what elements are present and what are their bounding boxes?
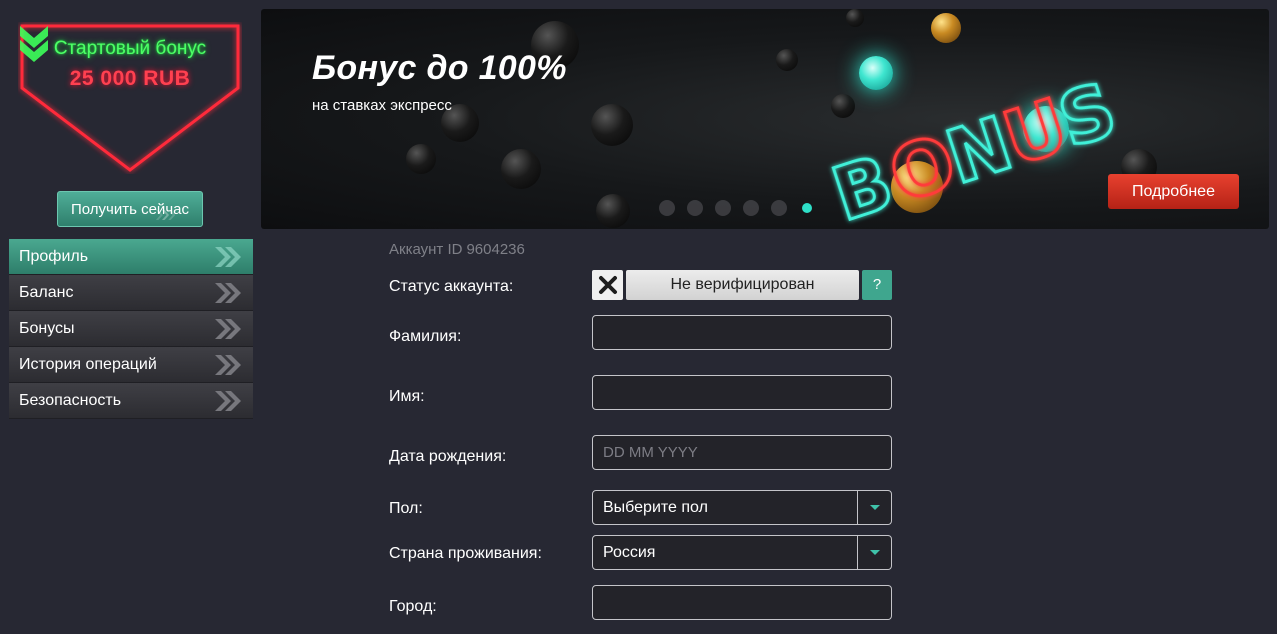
decorative-ball — [591, 104, 633, 146]
promo-banner[interactable]: B O N U S Бонус до 100% на ставках экспр… — [261, 9, 1269, 229]
double-chevron-right-icon — [215, 247, 241, 267]
more-details-button[interactable]: Подробнее — [1108, 174, 1239, 209]
account-menu: Профиль Баланс Бонусы История операций Б… — [9, 239, 253, 419]
dropdown-arrow-icon[interactable] — [857, 536, 891, 569]
verification-status-badge: Не верифицирован — [626, 270, 859, 300]
menu-item-history[interactable]: История операций — [9, 347, 253, 383]
double-chevron-right-icon — [215, 355, 241, 375]
starter-bonus-promo[interactable]: Стартовый бонус 25 000 RUB — [18, 22, 242, 174]
surname-label: Фамилия: — [389, 328, 462, 345]
menu-item-profile[interactable]: Профиль — [9, 239, 253, 275]
gender-select-value: Выберите пол — [603, 499, 708, 516]
double-chevron-right-icon — [215, 319, 241, 339]
slider-dots — [659, 200, 815, 216]
decorative-ball — [776, 49, 798, 71]
verification-help-button[interactable]: ? — [862, 270, 892, 300]
menu-item-label: Баланс — [19, 284, 74, 301]
city-field[interactable] — [592, 585, 892, 620]
menu-item-label: История операций — [19, 356, 157, 373]
double-chevron-down-icon — [20, 26, 48, 62]
menu-item-bonuses[interactable]: Бонусы — [9, 311, 253, 347]
country-label: Страна проживания: — [389, 545, 542, 562]
menu-item-label: Безопасность — [19, 392, 122, 409]
first-name-field[interactable] — [592, 375, 892, 410]
decorative-ball — [846, 9, 864, 27]
first-name-label: Имя: — [389, 388, 425, 405]
menu-item-label: Профиль — [19, 248, 89, 265]
menu-item-security[interactable]: Безопасность — [9, 383, 253, 419]
slider-dot[interactable] — [771, 200, 787, 216]
status-label: Статус аккаунта: — [389, 278, 514, 295]
menu-item-balance[interactable]: Баланс — [9, 275, 253, 311]
slider-dot-active[interactable] — [802, 203, 812, 213]
decorative-ball — [596, 194, 630, 228]
gender-label: Пол: — [389, 500, 423, 517]
promo-amount: 25 000 RUB — [69, 67, 191, 90]
bonus-neon-logo: B O N U S — [821, 65, 1128, 229]
city-label: Город: — [389, 598, 437, 615]
account-id-label: Аккаунт ID — [389, 241, 463, 258]
get-bonus-now-label: Получить сейчас — [71, 200, 189, 218]
country-select-value: Россия — [603, 544, 656, 561]
slider-dot[interactable] — [743, 200, 759, 216]
get-bonus-now-button[interactable]: »» Получить сейчас — [57, 191, 203, 227]
birthdate-field[interactable] — [592, 435, 892, 470]
decorative-ball — [501, 149, 541, 189]
banner-title: Бонус до 100% — [312, 49, 567, 87]
banner-subtitle: на ставках экспресс — [312, 97, 452, 114]
double-chevron-right-icon — [215, 391, 241, 411]
not-verified-x-icon — [592, 270, 623, 300]
double-chevron-right-icon — [215, 283, 241, 303]
promo-title: Стартовый бонус — [53, 38, 207, 59]
slider-dot[interactable] — [715, 200, 731, 216]
gender-select[interactable]: Выберите пол — [592, 490, 892, 525]
account-id-value: 9604236 — [466, 241, 525, 258]
surname-field[interactable] — [592, 315, 892, 350]
slider-dot[interactable] — [687, 200, 703, 216]
country-select[interactable]: Россия — [592, 535, 892, 570]
slider-dot[interactable] — [659, 200, 675, 216]
dropdown-arrow-icon[interactable] — [857, 491, 891, 524]
decorative-ball — [406, 144, 436, 174]
menu-item-label: Бонусы — [19, 320, 75, 337]
account-id: Аккаунт ID 9604236 — [389, 241, 525, 258]
birthdate-label: Дата рождения: — [389, 448, 507, 465]
